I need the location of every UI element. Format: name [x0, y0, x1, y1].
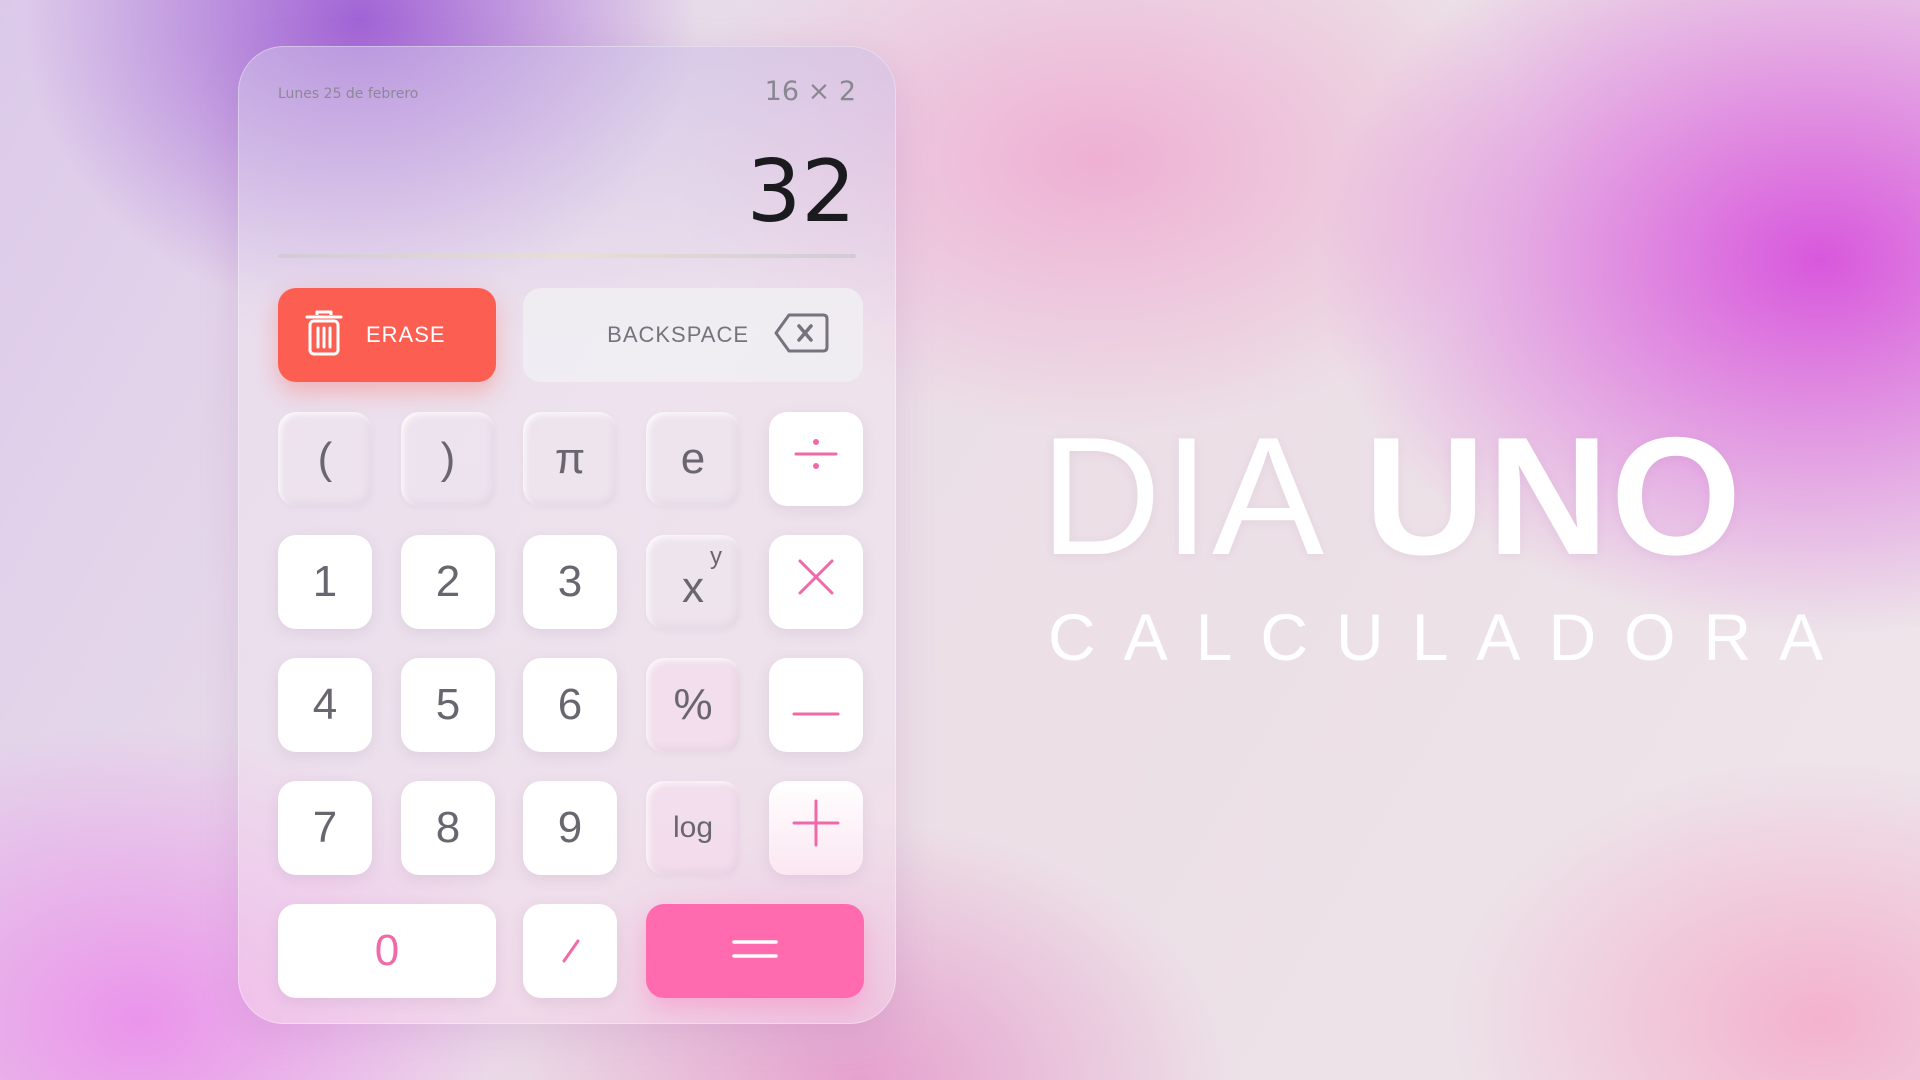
headline-title: DIA UNO: [1040, 412, 1743, 580]
key-log[interactable]: log: [646, 781, 740, 875]
divide-icon: [792, 430, 840, 489]
key-4[interactable]: 4: [278, 658, 372, 752]
key-2-label: 2: [435, 557, 461, 606]
key-log-label: log: [672, 811, 714, 844]
headline-word-dia: DIA: [1040, 402, 1327, 590]
calculator-panel: Lunes 25 de febrero 16 × 2 32 ERASE BACK…: [238, 46, 896, 1024]
key-8[interactable]: 8: [401, 781, 495, 875]
date-label: Lunes 25 de febrero: [278, 86, 419, 102]
key-open-paren[interactable]: (: [278, 412, 372, 506]
erase-label: ERASE: [366, 322, 446, 347]
key-5[interactable]: 5: [401, 658, 495, 752]
backspace-button[interactable]: BACKSPACE: [523, 288, 863, 382]
key-1[interactable]: 1: [278, 535, 372, 629]
key-close-paren-label: ): [440, 434, 456, 483]
key-9-label: 9: [557, 803, 583, 852]
key-e-label: e: [680, 434, 706, 483]
key-power-exponent: y: [710, 543, 722, 570]
key-power[interactable]: xy: [646, 535, 740, 629]
key-multiply[interactable]: [769, 535, 863, 629]
backspace-icon: [773, 311, 829, 359]
key-4-label: 4: [312, 680, 338, 729]
equals-icon: [731, 937, 779, 965]
key-open-paren-label: (: [317, 434, 333, 483]
key-5-label: 5: [435, 680, 461, 729]
key-7[interactable]: 7: [278, 781, 372, 875]
minus-icon: [792, 680, 840, 730]
key-7-label: 7: [312, 803, 338, 852]
key-pi-label: π: [554, 434, 586, 483]
key-percent-label: %: [673, 680, 713, 729]
key-plus[interactable]: [769, 781, 863, 875]
key-8-label: 8: [435, 803, 461, 852]
key-0[interactable]: 0: [278, 904, 496, 998]
decimal-slash-icon: [558, 926, 582, 976]
key-9[interactable]: 9: [523, 781, 617, 875]
key-decimal[interactable]: [523, 904, 617, 998]
key-0-label: 0: [374, 926, 400, 975]
backspace-label: BACKSPACE: [607, 322, 749, 347]
trash-icon: [304, 309, 344, 361]
key-e[interactable]: e: [646, 412, 740, 506]
key-3[interactable]: 3: [523, 535, 617, 629]
key-divide[interactable]: [769, 412, 863, 506]
headline-subtitle: CALCULADORA: [1048, 600, 1852, 674]
key-power-base: x: [682, 563, 704, 612]
multiply-icon: [794, 555, 838, 610]
key-3-label: 3: [557, 557, 583, 606]
key-minus[interactable]: [769, 658, 863, 752]
key-pi[interactable]: π: [523, 412, 617, 506]
key-2[interactable]: 2: [401, 535, 495, 629]
key-1-label: 1: [312, 557, 338, 606]
expression-display: 16 × 2: [764, 76, 856, 107]
plus-icon: [792, 799, 840, 858]
key-6-label: 6: [557, 680, 583, 729]
key-close-paren[interactable]: ): [401, 412, 495, 506]
key-6[interactable]: 6: [523, 658, 617, 752]
display-divider: [278, 254, 856, 258]
headline-word-uno: UNO: [1364, 402, 1744, 590]
equals-button[interactable]: [646, 904, 864, 998]
erase-button[interactable]: ERASE: [278, 288, 496, 382]
key-percent[interactable]: %: [646, 658, 740, 752]
result-display: 32: [746, 142, 856, 242]
